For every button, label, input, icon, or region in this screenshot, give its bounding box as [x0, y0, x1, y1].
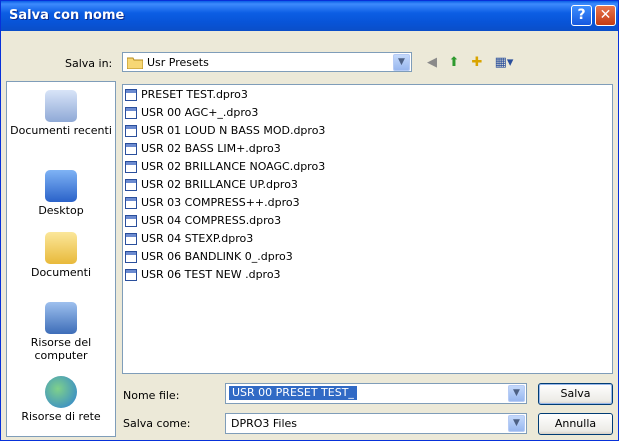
title-bar[interactable]: Salva con nome ? ✕	[1, 1, 618, 31]
save-in-label: Salva in:	[65, 57, 113, 70]
save-in-dropdown[interactable]: Usr Presets ▼	[122, 52, 412, 72]
place-my-computer[interactable]: Risorse del computer	[7, 302, 115, 362]
place-label: Risorse di rete	[21, 410, 101, 423]
list-item[interactable]: USR 04 COMPRESS.dpro3	[125, 213, 281, 229]
place-desktop[interactable]: Desktop	[7, 170, 115, 217]
file-icon	[125, 251, 137, 263]
place-label: Documenti	[30, 266, 92, 279]
window-title: Salva con nome	[9, 8, 125, 23]
cancel-button[interactable]: Annulla	[538, 413, 613, 435]
file-name-input[interactable]: USR 00 PRESET TEST_ ▼	[225, 383, 527, 404]
place-recent-documents[interactable]: Documenti recenti	[7, 90, 115, 137]
file-icon	[125, 161, 137, 173]
file-name-label: Nome file:	[123, 389, 180, 402]
place-documents[interactable]: Documenti	[7, 232, 115, 279]
back-icon[interactable]: ◀	[423, 55, 441, 71]
list-item[interactable]: USR 03 COMPRESS++.dpro3	[125, 195, 300, 211]
list-item[interactable]: USR 06 TEST NEW .dpro3	[125, 267, 281, 283]
folder-icon	[126, 56, 144, 72]
file-icon	[125, 197, 137, 209]
list-item[interactable]: USR 02 BASS LIM+.dpro3	[125, 141, 281, 157]
desktop-icon	[45, 170, 77, 202]
file-icon	[125, 179, 137, 191]
file-icon	[125, 215, 137, 227]
file-list[interactable]: PRESET TEST.dpro3 USR 00 AGC+_.dpro3 USR…	[122, 84, 613, 374]
file-icon	[125, 269, 137, 281]
close-button[interactable]: ✕	[595, 5, 616, 26]
chevron-down-icon[interactable]: ▼	[508, 415, 525, 432]
file-icon	[125, 143, 137, 155]
save-as-dialog: Salva con nome ? ✕ Salva in: Usr Presets…	[0, 0, 619, 441]
place-label: Risorse del computer	[30, 336, 92, 362]
place-network[interactable]: Risorse di rete	[7, 376, 115, 423]
place-label: Desktop	[38, 204, 84, 217]
file-icon	[125, 89, 137, 101]
place-label: Documenti recenti	[10, 124, 112, 137]
up-folder-icon[interactable]: ⬆	[445, 55, 463, 71]
file-icon	[125, 125, 137, 137]
chevron-down-icon[interactable]: ▼	[508, 385, 525, 402]
view-menu-icon[interactable]: ▦▾	[491, 55, 517, 71]
documents-folder-icon	[45, 232, 77, 264]
save-in-value: Usr Presets	[147, 56, 209, 69]
list-item[interactable]: USR 04 STEXP.dpro3	[125, 231, 253, 247]
file-name-value[interactable]: USR 00 PRESET TEST_	[229, 386, 357, 400]
save-button[interactable]: Salva	[538, 383, 613, 405]
places-bar: Documenti recenti Desktop Documenti Riso…	[6, 81, 116, 437]
recent-documents-icon	[45, 90, 77, 122]
chevron-down-icon[interactable]: ▼	[393, 54, 410, 71]
list-item[interactable]: PRESET TEST.dpro3	[125, 87, 248, 103]
help-button[interactable]: ?	[571, 5, 592, 26]
list-item[interactable]: USR 01 LOUD N BASS MOD.dpro3	[125, 123, 325, 139]
save-as-type-label: Salva come:	[123, 417, 191, 430]
list-item[interactable]: USR 00 AGC+_.dpro3	[125, 105, 258, 121]
file-icon	[125, 233, 137, 245]
save-as-type-value: DPRO3 Files	[231, 417, 298, 430]
my-computer-icon	[45, 302, 77, 334]
list-item[interactable]: USR 02 BRILLANCE UP.dpro3	[125, 177, 298, 193]
save-as-type-select[interactable]: DPRO3 Files ▼	[225, 413, 527, 434]
network-icon	[45, 376, 77, 408]
new-folder-icon[interactable]: ✚	[468, 55, 486, 71]
file-icon	[125, 107, 137, 119]
list-item[interactable]: USR 06 BANDLINK 0_.dpro3	[125, 249, 293, 265]
list-item[interactable]: USR 02 BRILLANCE NOAGC.dpro3	[125, 159, 325, 175]
